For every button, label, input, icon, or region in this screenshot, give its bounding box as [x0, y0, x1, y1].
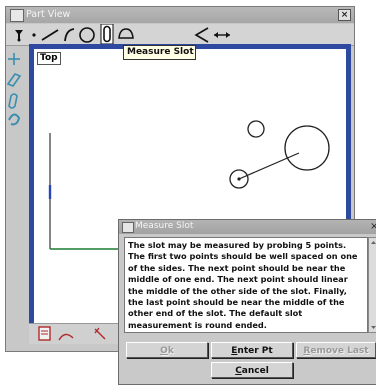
feature-toolbar [6, 24, 354, 46]
line-icon[interactable] [40, 24, 60, 44]
probe-icon[interactable] [12, 24, 26, 44]
window-icon [10, 9, 24, 22]
close-button[interactable]: × [338, 9, 351, 21]
arc-icon[interactable] [62, 24, 76, 44]
scroll-up-icon [371, 241, 376, 244]
part-view-titlebar[interactable]: Part View × [6, 7, 354, 23]
ok-button-hotkey: O [160, 346, 168, 356]
cone-icon[interactable] [194, 24, 210, 44]
dialog-icon [122, 222, 134, 233]
cancel-hotkey: C [235, 366, 242, 376]
cylinder-icon[interactable] [8, 93, 18, 109]
ellipse-icon[interactable] [117, 24, 135, 44]
cancel-button[interactable]: Cancel [211, 362, 293, 378]
bottom-toolbar [29, 323, 119, 344]
point-icon[interactable] [30, 24, 38, 44]
ok-button-label: k [167, 346, 174, 356]
part-view-title: Part View [26, 9, 71, 20]
ok-button[interactable]: Ok [126, 342, 208, 358]
report-icon[interactable] [38, 326, 51, 341]
small-circle [247, 120, 265, 138]
enter-pt-label: nter Pt [237, 346, 273, 356]
circle-icon[interactable] [78, 24, 96, 44]
connector-line [238, 152, 300, 180]
slot-icon[interactable] [100, 24, 114, 44]
crosshair-tool-icon[interactable] [8, 53, 20, 65]
measure-slot-titlebar[interactable]: Measure Slot × [119, 220, 376, 234]
rotate-plane-icon[interactable] [6, 73, 22, 87]
enter-pt-button[interactable]: Enter Pt [211, 342, 293, 358]
pin-icon[interactable] [94, 327, 106, 340]
measure-slot-dialog: Measure Slot × The slot may be measured … [118, 219, 376, 385]
large-circle [284, 125, 330, 171]
tooltip: Measure Slot [123, 45, 196, 60]
instructions-scrollbar[interactable] [368, 237, 376, 333]
remove-last-label: emove Last [310, 346, 369, 356]
instructions-text: The slot may be measured by probing 5 po… [124, 237, 368, 333]
rotate-view-icon[interactable] [8, 113, 21, 126]
distance-icon[interactable] [211, 24, 233, 44]
sketch-icon[interactable] [58, 333, 74, 341]
scroll-down-icon [371, 326, 376, 329]
view-label: Top [37, 52, 61, 65]
dialog-close-button[interactable]: × [370, 221, 376, 232]
remove-last-button[interactable]: Remove Last [296, 342, 376, 358]
left-toolbar [6, 53, 22, 126]
measure-slot-title: Measure Slot [135, 221, 194, 231]
cancel-label: ancel [241, 366, 269, 376]
